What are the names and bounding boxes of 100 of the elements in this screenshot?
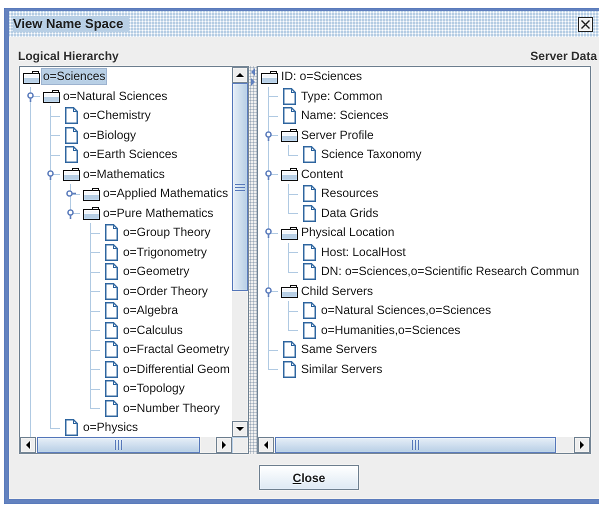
tree-item[interactable]: Server Profile xyxy=(299,126,376,144)
scrollbar[interactable] xyxy=(232,67,248,437)
scroll-thumb[interactable] xyxy=(275,437,556,453)
scrollbar[interactable] xyxy=(20,437,232,453)
tree-item[interactable]: Data Grids xyxy=(319,204,380,222)
page-icon xyxy=(104,302,118,320)
tree-item[interactable]: Content xyxy=(299,166,346,183)
tree-item[interactable]: o=Mathematics xyxy=(81,166,167,183)
tree-item[interactable]: Host: LocalHost xyxy=(319,244,408,261)
folder-icon xyxy=(280,128,298,142)
right-arrow-icon xyxy=(580,441,584,449)
tree-item[interactable]: o=Biology xyxy=(81,126,138,144)
tree-item[interactable]: o=Fractal Geometry xyxy=(121,341,232,358)
collapse-handle-icon[interactable] xyxy=(26,92,36,102)
collapse-handle-icon[interactable] xyxy=(264,286,274,296)
page-icon xyxy=(104,400,118,417)
right-arrow-icon[interactable] xyxy=(251,78,255,86)
tree-item[interactable]: o=Physics xyxy=(81,419,140,436)
tree-item[interactable]: o=Differential Geom xyxy=(121,360,232,378)
page-icon xyxy=(282,107,296,124)
tree-item[interactable]: o=Number Theory xyxy=(121,400,222,417)
tree-item[interactable]: Resources xyxy=(319,185,380,202)
page-icon xyxy=(302,204,316,222)
tree-item[interactable]: Physical Location xyxy=(299,224,396,242)
folder-icon xyxy=(22,70,40,84)
tree-item[interactable]: o=Calculus xyxy=(121,322,185,339)
folder-icon xyxy=(42,89,60,104)
tree-item[interactable]: DN: o=Sciences,o=Scientific Research Commun xyxy=(319,263,582,280)
collapse-handle-icon[interactable] xyxy=(66,208,76,218)
folder-icon xyxy=(280,167,298,182)
page-icon xyxy=(64,126,78,144)
tree-item[interactable]: o=Earth Sciences xyxy=(81,146,180,164)
page-icon xyxy=(104,360,118,378)
tree-item[interactable]: Same Servers xyxy=(299,341,380,358)
page-icon xyxy=(282,88,296,105)
folder-icon xyxy=(280,284,298,298)
page-icon xyxy=(104,282,118,300)
tree-item[interactable]: o=Topology xyxy=(121,380,187,398)
window-title: View Name Space xyxy=(13,16,130,32)
scroll-down-button[interactable] xyxy=(232,421,248,437)
tree-item[interactable]: Science Taxonomy xyxy=(319,146,424,164)
folder-icon xyxy=(62,167,80,182)
up-arrow-icon xyxy=(236,73,244,77)
scrollbar[interactable] xyxy=(258,437,590,453)
scroll-right-button[interactable] xyxy=(216,437,232,453)
folder-icon xyxy=(280,226,298,240)
page-icon xyxy=(64,107,78,124)
tree-item[interactable]: ID: o=Sciences xyxy=(279,68,364,86)
window-close-button[interactable] xyxy=(578,16,593,32)
tree-item[interactable]: o=Pure Mathematics xyxy=(101,204,216,222)
scroll-thumb[interactable] xyxy=(37,437,200,453)
tree-item[interactable]: o=Natural Sciences,o=Sciences xyxy=(319,302,494,320)
collapse-handle-icon[interactable] xyxy=(46,170,56,180)
down-arrow-icon xyxy=(236,427,244,431)
scroll-left-button[interactable] xyxy=(20,437,36,453)
close-icon xyxy=(581,20,590,28)
tree-item[interactable]: o=Applied Mathematics xyxy=(101,185,230,202)
collapse-handle-icon[interactable] xyxy=(264,130,274,140)
page-icon xyxy=(302,146,316,164)
folder-icon xyxy=(82,186,100,201)
folder-icon xyxy=(82,206,100,220)
tree-item[interactable]: Name: Sciences xyxy=(299,107,390,124)
left-arrow-icon xyxy=(264,441,268,449)
page-icon xyxy=(104,341,118,358)
scroll-thumb[interactable] xyxy=(232,83,248,291)
scroll-up-button[interactable] xyxy=(232,67,248,83)
page-icon xyxy=(104,244,118,261)
tree-item[interactable]: o=Order Theory xyxy=(121,282,210,300)
tree-item[interactable]: o=Humanities,o=Sciences xyxy=(319,322,462,339)
grip-icon xyxy=(412,440,419,450)
page-icon xyxy=(302,322,316,339)
page-icon xyxy=(282,360,296,378)
scroll-left-button[interactable] xyxy=(258,437,274,453)
tree-item[interactable]: o=Chemistry xyxy=(81,107,153,124)
scroll-right-button[interactable] xyxy=(574,437,590,453)
collapse-handle-icon[interactable] xyxy=(264,228,274,238)
collapse-handle-icon[interactable] xyxy=(264,170,274,180)
page-icon xyxy=(302,244,316,261)
tree-item[interactable]: Child Servers xyxy=(299,282,376,300)
page-icon xyxy=(302,302,316,320)
tree-item[interactable]: o=Sciences xyxy=(41,68,108,86)
scrollbar-corner xyxy=(232,437,248,453)
folder-icon xyxy=(260,70,278,84)
tree-item[interactable]: o=Natural Sciences xyxy=(61,88,170,105)
page-icon xyxy=(104,224,118,242)
tree-item[interactable]: o=Algebra xyxy=(121,302,180,320)
tree-item[interactable]: Similar Servers xyxy=(299,360,384,378)
page-icon xyxy=(104,263,118,280)
left-arrow-icon[interactable] xyxy=(251,68,255,76)
left-arrow-icon xyxy=(26,441,30,449)
tree-item[interactable]: o=Trigonometry xyxy=(121,244,209,261)
page-icon xyxy=(282,341,296,358)
close-button[interactable]: Close xyxy=(259,465,359,490)
panel-heading: Server Data xyxy=(530,48,597,64)
page-icon xyxy=(64,146,78,164)
tree-item[interactable]: o=Group Theory xyxy=(121,224,212,242)
tree-item[interactable]: o=Geometry xyxy=(121,263,192,280)
panel-heading: Logical Hierarchy xyxy=(18,48,119,64)
tree-item[interactable]: Type: Common xyxy=(299,88,384,105)
page-icon xyxy=(104,380,118,398)
